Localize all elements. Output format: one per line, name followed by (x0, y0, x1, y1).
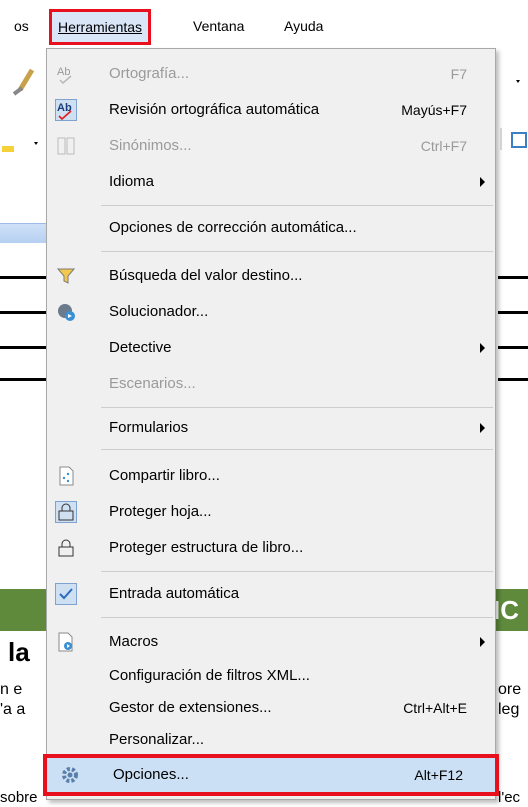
menu-item-label: Búsqueda del valor destino... (109, 267, 303, 284)
spellcheck-icon: Ab (55, 63, 77, 85)
checkmark-icon (55, 583, 77, 605)
menu-item-formularios[interactable]: Formularios (47, 413, 495, 443)
menu-item-label: Entrada automática (109, 585, 240, 602)
svg-text:Ab: Ab (57, 66, 70, 78)
menu-partial-item[interactable]: os (14, 16, 29, 38)
divider-line (0, 311, 46, 314)
menu-item-filtros-xml[interactable]: Configuración de filtros XML... (47, 661, 495, 691)
menu-bar: os Herramientas Ventana Ayuda (0, 0, 528, 46)
menu-separator (101, 205, 493, 206)
menu-item-label: Opciones... (113, 766, 189, 783)
divider-line (498, 311, 528, 314)
toolbar-left-fragment-2 (0, 132, 44, 162)
menu-item-label: Configuración de filtros XML... (109, 667, 310, 684)
menu-separator (101, 449, 493, 450)
menu-item-sinonimos[interactable]: Sinónimos... Ctrl+F7 (47, 131, 495, 161)
toolbar-right-fragment-2 (498, 124, 528, 154)
menu-item-entrada-automatica[interactable]: Entrada automática (47, 579, 495, 609)
text-fragment-left-2: 'a a (0, 701, 26, 718)
divider-line (0, 378, 46, 381)
menu-item-label: Opciones de corrección automática... (109, 219, 357, 236)
menu-item-shortcut: Mayús+F7 (401, 102, 467, 118)
divider-line (0, 276, 46, 279)
thesaurus-icon (55, 135, 77, 157)
toolbar-left-fragment (0, 60, 44, 100)
submenu-arrow-icon (480, 177, 485, 187)
goal-seek-icon (55, 265, 77, 287)
menu-item-label: Gestor de extensiones... (109, 699, 272, 716)
color-dropdown-icon (2, 142, 38, 152)
sheet-tab-strip (0, 223, 46, 243)
text-fragment-right-1: ore (498, 681, 522, 698)
text-fragment-left-1: n e (0, 681, 23, 698)
menu-item-label: Detective (109, 339, 172, 356)
menu-item-shortcut: F7 (450, 66, 467, 82)
submenu-arrow-icon (480, 423, 485, 433)
menu-item-compartir-libro[interactable]: Compartir libro... (47, 461, 495, 491)
menu-item-label: Solucionador... (109, 303, 209, 320)
menu-item-proteger-estructura[interactable]: Proteger estructura de libro... (47, 533, 495, 563)
menu-item-shortcut: Ctrl+Alt+E (403, 700, 467, 716)
menu-item-shortcut: Ctrl+F7 (420, 138, 467, 154)
text-fragment-bottom-right: l'ec (498, 789, 521, 806)
menu-item-solucionador[interactable]: Solucionador... (47, 297, 495, 327)
menu-item-label: Idioma (109, 173, 155, 190)
menu-item-macros[interactable]: Macros (47, 627, 495, 657)
menu-item-ortografia[interactable]: Ab Ortografía... F7 (47, 59, 495, 89)
menu-separator (101, 571, 493, 572)
menu-separator (101, 251, 493, 252)
menu-ayuda[interactable]: Ayuda (284, 16, 323, 38)
menu-item-label: Sinónimos... (109, 137, 192, 154)
submenu-arrow-icon (480, 343, 485, 353)
text-fragment-right-2: leg (498, 701, 520, 718)
menu-item-label: Proteger hoja... (109, 503, 212, 520)
green-heading-fragment: IC (493, 595, 519, 625)
brush-icon (12, 68, 35, 96)
menu-item-idioma[interactable]: Idioma (47, 167, 495, 197)
menu-item-shortcut: Alt+F12 (414, 767, 463, 783)
solver-icon (55, 301, 77, 323)
menu-item-busqueda-valor-destino[interactable]: Búsqueda del valor destino... (47, 261, 495, 291)
menu-item-detective[interactable]: Detective (47, 333, 495, 363)
menu-item-proteger-hoja[interactable]: Proteger hoja... (47, 497, 495, 527)
heading-fragment: la (8, 637, 30, 667)
gear-icon (59, 764, 81, 786)
herramientas-dropdown-menu: Ab Ortografía... F7 Ab Revisión ortográf… (43, 48, 499, 800)
text-fragment-bottom-left: sobre (0, 789, 38, 806)
menu-item-label: Compartir libro... (109, 467, 220, 484)
menu-item-opciones[interactable]: Opciones... Alt+F12 (43, 754, 499, 796)
menu-item-label: Macros (109, 633, 159, 650)
menu-item-label: Ortografía... (109, 65, 190, 82)
menu-item-label: Personalizar... (109, 731, 205, 748)
divider-line (0, 346, 46, 349)
divider-line (498, 378, 528, 381)
menu-separator (101, 407, 493, 408)
toolbar-right-fragment (498, 66, 528, 96)
menu-ventana[interactable]: Ventana (193, 16, 244, 38)
macros-icon (55, 631, 77, 653)
menu-item-escenarios[interactable]: Escenarios... (47, 369, 495, 399)
lock-icon (55, 537, 77, 559)
menu-herramientas[interactable]: Herramientas (49, 9, 152, 45)
menu-item-gestor-extensiones[interactable]: Gestor de extensiones... Ctrl+Alt+E (47, 693, 495, 723)
dropdown-arrow-icon (516, 80, 520, 83)
auto-spellcheck-icon: Ab (55, 99, 77, 121)
lock-icon (55, 501, 77, 523)
menu-item-label: Formularios (109, 419, 189, 436)
divider-line (498, 276, 528, 279)
menu-item-correccion-automatica[interactable]: Opciones de corrección automática... (47, 213, 495, 243)
menu-herramientas-label: Herramientas (58, 19, 143, 35)
menu-separator (101, 617, 493, 618)
menu-item-revision-automatica[interactable]: Ab Revisión ortográfica automática Mayús… (47, 95, 495, 125)
divider-line (498, 346, 528, 349)
menu-item-label: Proteger estructura de libro... (109, 539, 304, 556)
menu-item-label: Revisión ortográfica automática (109, 101, 320, 118)
chart-icon (500, 128, 527, 150)
share-document-icon (55, 465, 77, 487)
submenu-arrow-icon (480, 637, 485, 647)
menu-item-label: Escenarios... (109, 375, 196, 392)
menu-item-personalizar[interactable]: Personalizar... (47, 725, 495, 755)
